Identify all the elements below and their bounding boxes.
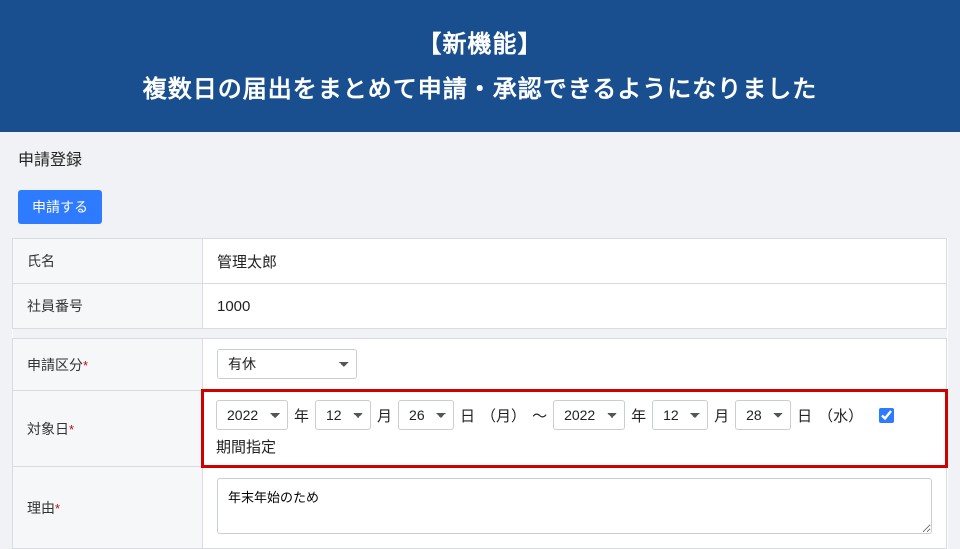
range-checkbox-label: 期間指定 bbox=[216, 436, 276, 457]
from-weekday: （月） bbox=[481, 405, 526, 426]
unit-month: 月 bbox=[714, 405, 729, 426]
unit-year: 年 bbox=[294, 405, 309, 426]
to-year-select[interactable]: 2022 bbox=[553, 400, 625, 430]
form-table: 氏名 管理太郎 社員番号 1000 申請区分* 有休 対象日* 202 bbox=[12, 238, 948, 549]
unit-day: 日 bbox=[797, 405, 812, 426]
label-reason: 理由* bbox=[13, 467, 203, 549]
label-type: 申請区分* bbox=[13, 339, 203, 391]
row-emp-no: 社員番号 1000 bbox=[13, 284, 947, 329]
unit-month: 月 bbox=[377, 405, 392, 426]
row-target: 対象日* 2022 年 12 月 26 日 （月） ～ 2022 年 12 月 … bbox=[13, 391, 947, 467]
label-target: 対象日* bbox=[13, 391, 203, 467]
unit-day: 日 bbox=[460, 405, 475, 426]
label-name: 氏名 bbox=[13, 239, 203, 284]
to-day-select[interactable]: 28 bbox=[735, 400, 791, 430]
to-weekday: （水） bbox=[818, 405, 863, 426]
row-name: 氏名 管理太郎 bbox=[13, 239, 947, 284]
value-name: 管理太郎 bbox=[203, 239, 947, 284]
reason-textarea[interactable] bbox=[217, 478, 932, 534]
to-month-select[interactable]: 12 bbox=[652, 400, 708, 430]
target-date-cell: 2022 年 12 月 26 日 （月） ～ 2022 年 12 月 28 日 … bbox=[203, 391, 947, 467]
row-reason: 理由* bbox=[13, 467, 947, 549]
banner-subtitle: 複数日の届出をまとめて申請・承認できるようになりました bbox=[20, 69, 940, 104]
feature-banner: 【新機能】 複数日の届出をまとめて申請・承認できるようになりました bbox=[0, 0, 960, 132]
required-mark: * bbox=[55, 501, 60, 516]
value-emp-no: 1000 bbox=[203, 284, 947, 329]
submit-button[interactable]: 申請する bbox=[18, 190, 102, 224]
required-mark: * bbox=[83, 358, 88, 373]
range-checkbox[interactable] bbox=[879, 408, 894, 423]
type-select[interactable]: 有休 bbox=[217, 349, 357, 379]
label-emp-no: 社員番号 bbox=[13, 284, 203, 329]
from-year-select[interactable]: 2022 bbox=[216, 400, 288, 430]
form-panel: 申請登録 申請する 氏名 管理太郎 社員番号 1000 申請区分* 有休 対象日… bbox=[0, 132, 960, 549]
row-type: 申請区分* 有休 bbox=[13, 339, 947, 391]
required-mark: * bbox=[69, 422, 74, 437]
from-day-select[interactable]: 26 bbox=[398, 400, 454, 430]
banner-title: 【新機能】 bbox=[20, 24, 940, 59]
range-tilde: ～ bbox=[532, 405, 547, 426]
unit-year: 年 bbox=[631, 405, 646, 426]
from-month-select[interactable]: 12 bbox=[315, 400, 371, 430]
section-title: 申請登録 bbox=[0, 132, 960, 180]
